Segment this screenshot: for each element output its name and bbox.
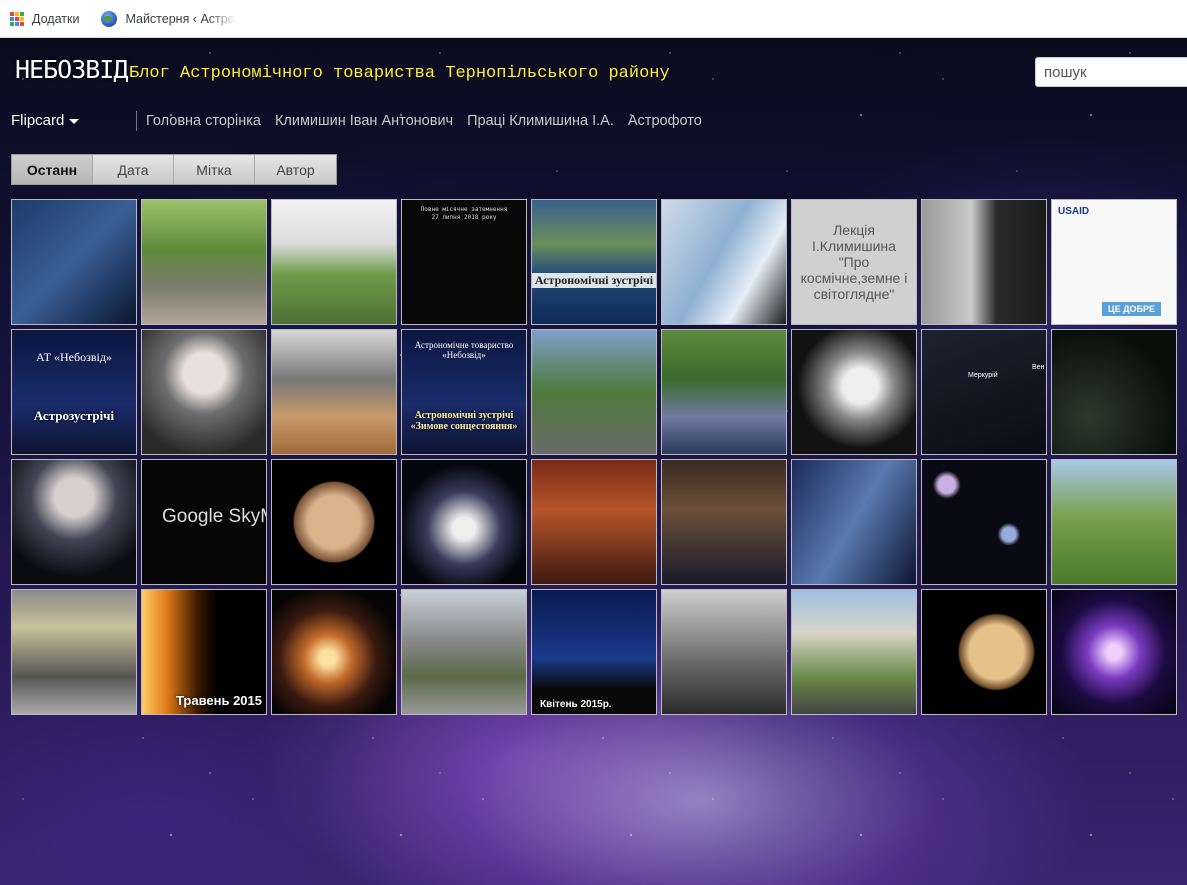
post-thumbnail[interactable] (141, 329, 267, 455)
post-thumbnail[interactable] (531, 459, 657, 585)
post-thumbnail[interactable] (661, 589, 787, 715)
post-thumbnail[interactable] (531, 329, 657, 455)
tab-author[interactable]: Автор (255, 155, 336, 184)
post-thumbnail[interactable]: Квітень 2015р. (531, 589, 657, 715)
view-selector-label: Flipcard (11, 112, 65, 129)
post-thumbnail[interactable] (271, 459, 397, 585)
post-thumbnail[interactable] (401, 459, 527, 585)
post-thumbnail-title: АТ «Небозвід» (36, 350, 112, 364)
planet-label-venus: Вен (1032, 364, 1045, 371)
post-thumbnail-title: Астрономічне товариство «Небозвід» (414, 340, 514, 360)
apps-grid-icon (10, 11, 24, 26)
post-thumbnail[interactable] (1051, 459, 1177, 585)
post-thumbnail[interactable] (11, 199, 137, 325)
bookmark-astrot-label: Майстерня ‹ АстроТ (125, 11, 238, 26)
post-thumbnail[interactable] (1051, 589, 1177, 715)
tab-date[interactable]: Дата (93, 155, 174, 184)
eclipse-line-2: 27 липня 2018 року (431, 214, 497, 222)
nav-divider (136, 111, 137, 131)
post-thumbnail[interactable]: Google SkyM (141, 459, 267, 585)
planet-label-mercury: Меркурій (968, 372, 998, 379)
post-thumbnail[interactable] (791, 459, 917, 585)
chevron-down-icon (69, 119, 80, 124)
post-thumbnail-caption: Травень 2015 (175, 693, 262, 708)
tab-label[interactable]: Мітка (174, 155, 255, 184)
post-thumbnail-caption: Квітень 2015р. (540, 699, 612, 710)
post-thumbnail[interactable]: Травень 2015 (141, 589, 267, 715)
post-thumbnail-caption: Астрозустрічі (33, 408, 115, 423)
view-selector-dropdown[interactable]: Flipcard (11, 112, 80, 129)
nav-link-works[interactable]: Праці Климишина І.А. (467, 113, 614, 129)
post-thumbnail[interactable] (401, 589, 527, 715)
post-thumbnail[interactable]: USAID ЦЕ ДОБРЕ (1051, 199, 1177, 325)
sort-tabs: Останн Дата Мітка Автор (11, 154, 337, 185)
blog-description: Блог Астрономічного товариства Тернопіль… (129, 64, 670, 83)
post-thumbnail[interactable] (271, 589, 397, 715)
search-input[interactable] (1035, 57, 1187, 87)
post-thumbnail[interactable] (661, 329, 787, 455)
tab-recent[interactable]: Останн (12, 155, 93, 184)
post-thumbnail[interactable] (1051, 329, 1177, 455)
post-thumbnail[interactable] (661, 199, 787, 325)
pages-nav: Головна сторінка Климишин Іван Антонович… (146, 113, 702, 129)
post-thumbnail[interactable]: Лекція І.Климишина "Про космічне,земне і… (791, 199, 917, 325)
bookmarks-bar: Додатки Майстерня ‹ АстроТ (0, 0, 1187, 38)
post-thumbnail[interactable] (271, 329, 397, 455)
flipcard-grid: Повне місячне затемнення 27 липня 2018 р… (11, 199, 1177, 715)
post-thumbnail-caption: Астрономічні зустрічі (532, 273, 656, 288)
nav-link-astrophoto[interactable]: Астрофото (628, 113, 702, 129)
post-thumbnail[interactable] (921, 589, 1047, 715)
usaid-logo: USAID (1058, 206, 1090, 217)
post-thumbnail[interactable]: Повне місячне затемнення 27 липня 2018 р… (401, 199, 527, 325)
blog-title[interactable]: НЕБОЗВІД (15, 55, 128, 84)
post-thumbnail[interactable] (141, 199, 267, 325)
post-thumbnail[interactable] (791, 329, 917, 455)
post-thumbnail-text: Google SkyM (162, 506, 267, 527)
post-thumbnail-badge: ЦЕ ДОБРЕ (1102, 302, 1161, 316)
nav-link-klymyshyn[interactable]: Климишин Іван Антонович (275, 113, 453, 129)
post-thumbnail[interactable] (11, 589, 137, 715)
bookmark-apps[interactable]: Додатки (10, 11, 80, 26)
eclipse-line-1: Повне місячне затемнення (420, 206, 508, 213)
post-thumbnail[interactable]: Астрономічні зустрічі (531, 199, 657, 325)
bookmark-apps-label: Додатки (32, 11, 80, 26)
post-thumbnail-caption: Астрономічні зустрічі «Зимове сонцестоян… (410, 410, 518, 432)
globe-icon (101, 10, 118, 27)
post-thumbnail[interactable]: Меркурій Вен (921, 329, 1047, 455)
post-thumbnail[interactable] (921, 459, 1047, 585)
post-thumbnail[interactable]: АТ «Небозвід» Астрозустрічі (11, 329, 137, 455)
post-thumbnail[interactable]: Астрономічне товариство «Небозвід» Астро… (401, 329, 527, 455)
post-thumbnail[interactable] (271, 199, 397, 325)
post-thumbnail[interactable] (921, 199, 1047, 325)
post-thumbnail-text: Повне місячне затемнення 27 липня 2018 р… (402, 200, 526, 229)
post-thumbnail[interactable] (791, 589, 917, 715)
post-thumbnail-text: Лекція І.Климишина "Про космічне,земне і… (800, 221, 908, 303)
post-thumbnail[interactable] (661, 459, 787, 585)
bookmark-astrot[interactable]: Майстерня ‹ АстроТ (101, 10, 238, 27)
nav-link-home[interactable]: Головна сторінка (146, 113, 261, 129)
post-thumbnail[interactable] (11, 459, 137, 585)
